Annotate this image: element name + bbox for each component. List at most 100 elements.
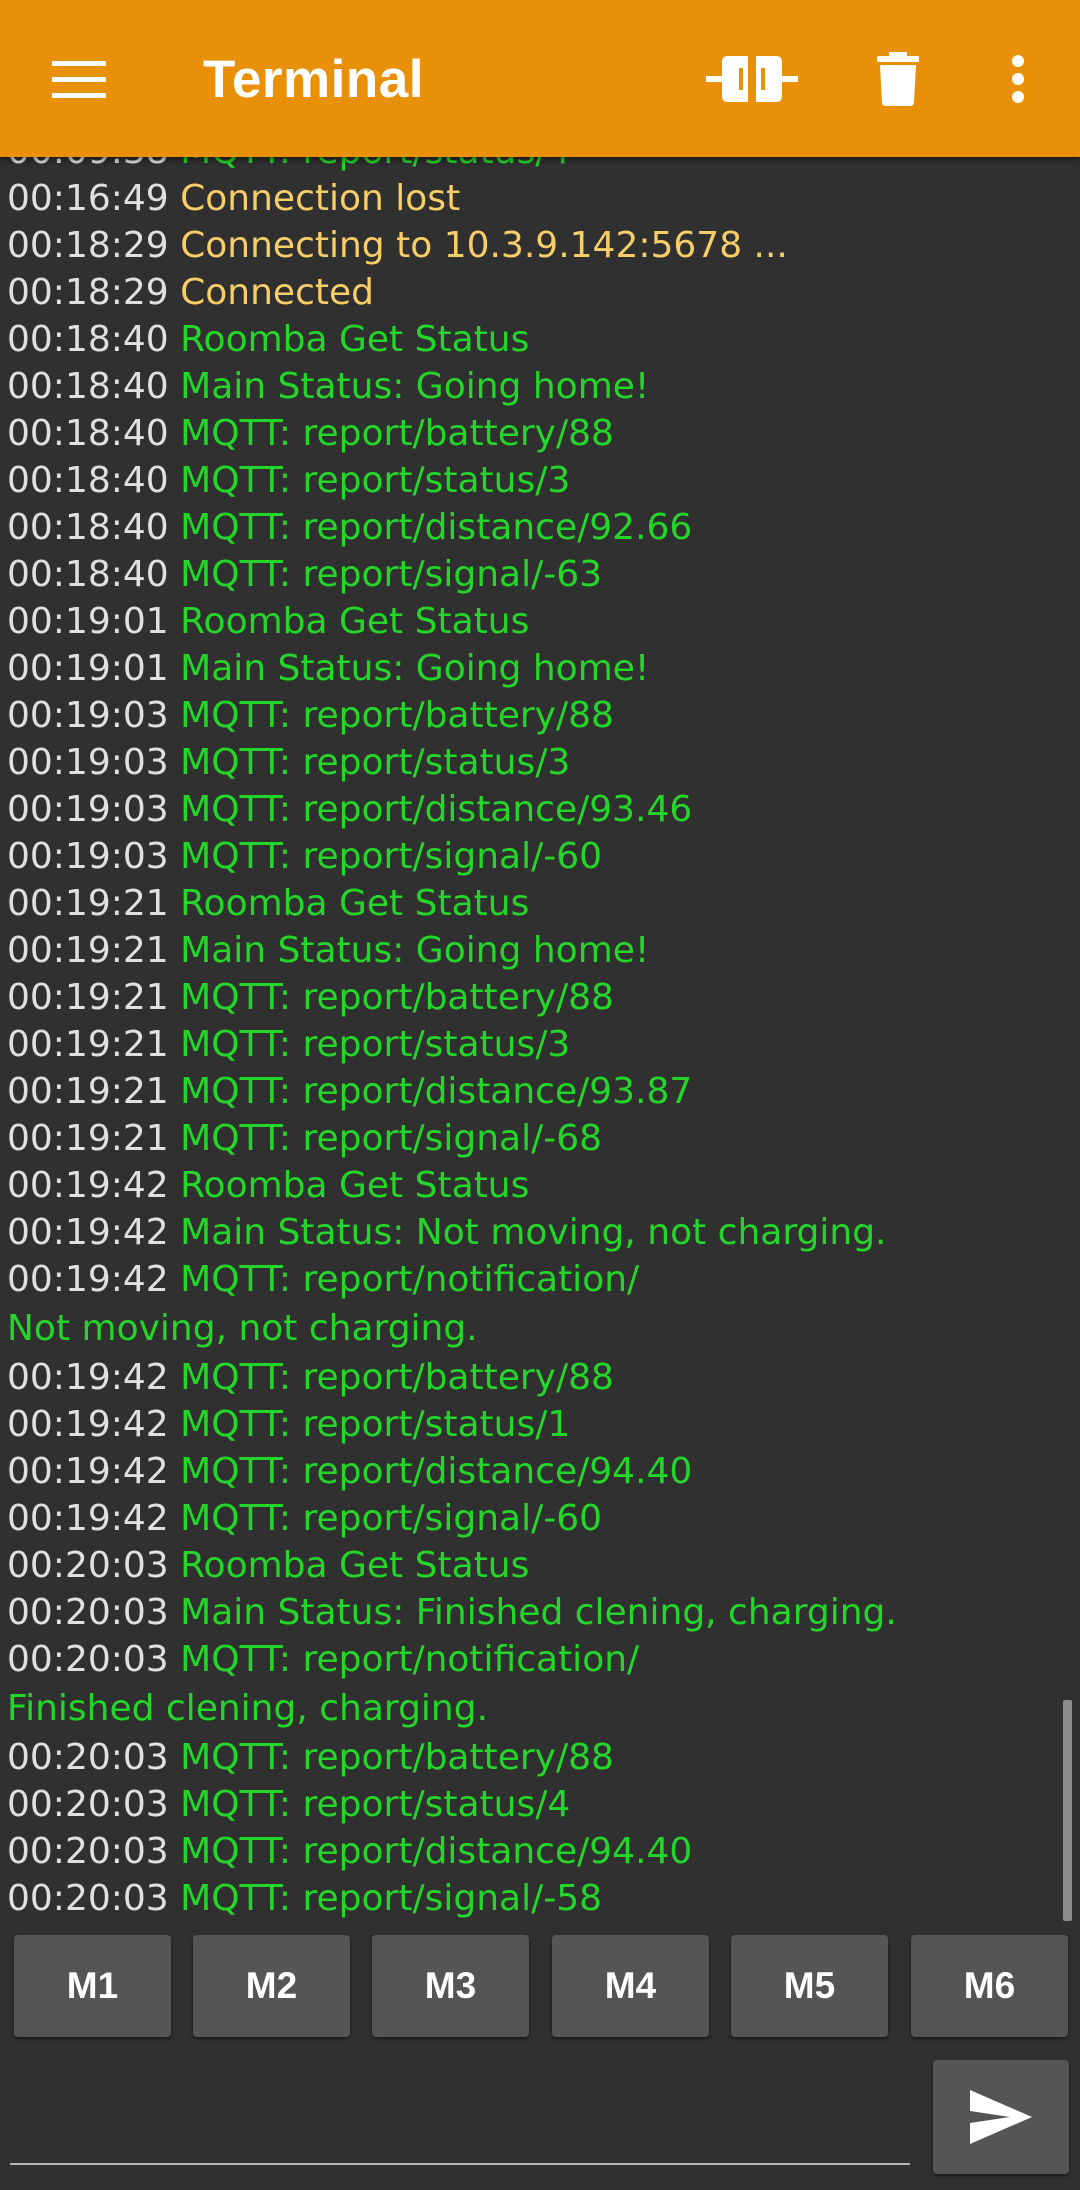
log-timestamp: 00:20:03 — [7, 1737, 169, 1778]
macro-button-m2[interactable]: M2 — [193, 1935, 350, 2037]
log-timestamp: 00:19:03 — [7, 836, 169, 877]
macro-button-m1[interactable]: M1 — [14, 1935, 171, 2037]
hamburger-menu-icon — [52, 60, 106, 98]
log-line: 00:19:03 MQTT: report/battery/88 — [7, 692, 1057, 739]
log-timestamp: 00:18:29 — [7, 225, 169, 266]
log-message: MQTT: report/battery/88 — [180, 413, 614, 454]
send-arrow-icon — [970, 2090, 1032, 2144]
log-timestamp: 00:19:21 — [7, 883, 169, 924]
app-bar: Terminal — [0, 0, 1080, 157]
log-message: Main Status: Going home! — [180, 648, 650, 689]
log-message: Roomba Get Status — [180, 601, 530, 642]
send-button[interactable] — [933, 2060, 1069, 2174]
macro-button-m6[interactable]: M6 — [911, 1935, 1068, 2037]
log-message: MQTT: report/notification/ — [180, 1259, 640, 1300]
terminal-output[interactable]: 00:09:38 MQTT: report/status/400:16:49 C… — [0, 157, 1080, 1921]
log-message: Connection lost — [180, 178, 461, 219]
log-message: MQTT: report/battery/88 — [180, 1737, 614, 1778]
log-timestamp: 00:18:40 — [7, 460, 169, 501]
log-message: MQTT: report/distance/94.40 — [180, 1451, 693, 1492]
log-line: 00:20:03 MQTT: report/battery/88 — [7, 1734, 1057, 1781]
log-message: Roomba Get Status — [180, 319, 530, 360]
log-line: 00:19:03 MQTT: report/distance/93.46 — [7, 786, 1057, 833]
log-timestamp: 00:19:21 — [7, 977, 169, 1018]
log-message: MQTT: report/status/1 — [180, 1404, 571, 1445]
log-line: 00:16:49 Connection lost — [7, 175, 1057, 222]
log-message: MQTT: report/status/3 — [180, 742, 571, 783]
log-timestamp: 00:19:42 — [7, 1404, 169, 1445]
log-line: 00:19:42 MQTT: report/notification/ — [7, 1256, 1057, 1303]
log-timestamp: 00:19:21 — [7, 1071, 169, 1112]
clear-button[interactable] — [838, 0, 958, 157]
log-timestamp: 00:19:21 — [7, 1118, 169, 1159]
connect-button[interactable] — [692, 0, 812, 157]
macro-button-m3[interactable]: M3 — [372, 1935, 529, 2037]
macro-button-row: M1 M2 M3 M4 M5 M6 — [0, 1935, 1080, 2039]
log-line: 00:19:21 Main Status: Going home! — [7, 927, 1057, 974]
log-message: MQTT: report/battery/88 — [180, 1357, 614, 1398]
log-list: 00:09:38 MQTT: report/status/400:16:49 C… — [7, 157, 1057, 1921]
macro-button-m4[interactable]: M4 — [552, 1935, 709, 2037]
log-timestamp: 00:20:03 — [7, 1545, 169, 1586]
log-message: Finished clening, charging. — [7, 1688, 489, 1729]
log-line: 00:19:42 MQTT: report/status/1 — [7, 1401, 1057, 1448]
log-line: 00:19:42 Roomba Get Status — [7, 1162, 1057, 1209]
log-timestamp: 00:19:42 — [7, 1259, 169, 1300]
log-line: 00:19:42 MQTT: report/battery/88 — [7, 1354, 1057, 1401]
log-timestamp: 00:18:40 — [7, 554, 169, 595]
log-message: MQTT: report/status/3 — [180, 1024, 571, 1065]
command-input[interactable] — [12, 2070, 912, 2158]
log-message: MQTT: report/distance/93.46 — [180, 789, 693, 830]
plug-connect-icon — [706, 55, 798, 102]
log-message: MQTT: report/distance/92.66 — [180, 507, 693, 548]
log-message: Connecting to 10.3.9.142:5678 ... — [180, 225, 788, 266]
log-line: 00:19:01 Roomba Get Status — [7, 598, 1057, 645]
log-message: MQTT: report/notification/ — [180, 1639, 640, 1680]
log-message: Main Status: Going home! — [180, 366, 650, 407]
log-timestamp: 00:19:42 — [7, 1498, 169, 1539]
log-line: 00:20:03 MQTT: report/status/4 — [7, 1781, 1057, 1828]
log-line: 00:20:03 MQTT: report/signal/-58 — [7, 1875, 1057, 1921]
log-message: Main Status: Finished clening, charging. — [180, 1592, 897, 1633]
log-timestamp: 00:20:03 — [7, 1878, 169, 1919]
log-timestamp: 00:18:29 — [7, 272, 169, 313]
trash-icon — [877, 51, 919, 106]
log-line: 00:19:42 MQTT: report/distance/94.40 — [7, 1448, 1057, 1495]
log-timestamp: 00:19:03 — [7, 789, 169, 830]
log-line: 00:18:40 Roomba Get Status — [7, 316, 1057, 363]
log-timestamp: 00:18:40 — [7, 507, 169, 548]
log-timestamp: 00:19:42 — [7, 1212, 169, 1253]
menu-button[interactable] — [19, 0, 139, 157]
log-line: 00:18:40 MQTT: report/signal/-63 — [7, 551, 1057, 598]
log-timestamp: 00:18:40 — [7, 366, 169, 407]
log-message: MQTT: report/battery/88 — [180, 695, 614, 736]
log-line: 00:19:42 Main Status: Not moving, not ch… — [7, 1209, 1057, 1256]
overflow-menu-button[interactable] — [958, 0, 1078, 157]
log-message: Roomba Get Status — [180, 1165, 530, 1206]
log-timestamp: 00:18:40 — [7, 319, 169, 360]
log-line: 00:18:29 Connected — [7, 269, 1057, 316]
log-message: Connected — [180, 272, 374, 313]
log-timestamp: 00:20:03 — [7, 1831, 169, 1872]
log-timestamp: 00:19:42 — [7, 1357, 169, 1398]
input-underline — [10, 2163, 910, 2165]
log-message: MQTT: report/signal/-60 — [180, 836, 602, 877]
log-line: 00:19:42 MQTT: report/signal/-60 — [7, 1495, 1057, 1542]
log-line: 00:19:21 MQTT: report/battery/88 — [7, 974, 1057, 1021]
more-vert-icon — [1012, 54, 1024, 103]
log-line: 00:18:29 Connecting to 10.3.9.142:5678 .… — [7, 222, 1057, 269]
macro-button-m5[interactable]: M5 — [731, 1935, 888, 2037]
log-timestamp: 00:19:01 — [7, 601, 169, 642]
log-timestamp: 00:19:21 — [7, 930, 169, 971]
log-line: 00:19:03 MQTT: report/status/3 — [7, 739, 1057, 786]
log-message: MQTT: report/signal/-63 — [180, 554, 602, 595]
log-line: 00:20:03 MQTT: report/distance/94.40 — [7, 1828, 1057, 1875]
log-line: 00:20:03 Roomba Get Status — [7, 1542, 1057, 1589]
scrollbar[interactable] — [1063, 1700, 1072, 1921]
log-line: Finished clening, charging. — [7, 1683, 1057, 1734]
log-message: MQTT: report/distance/94.40 — [180, 1831, 693, 1872]
log-message: MQTT: report/status/3 — [180, 460, 571, 501]
log-message: MQTT: report/distance/93.87 — [180, 1071, 693, 1112]
log-line: 00:19:21 MQTT: report/distance/93.87 — [7, 1068, 1057, 1115]
log-line: 00:20:03 MQTT: report/notification/ — [7, 1636, 1057, 1683]
